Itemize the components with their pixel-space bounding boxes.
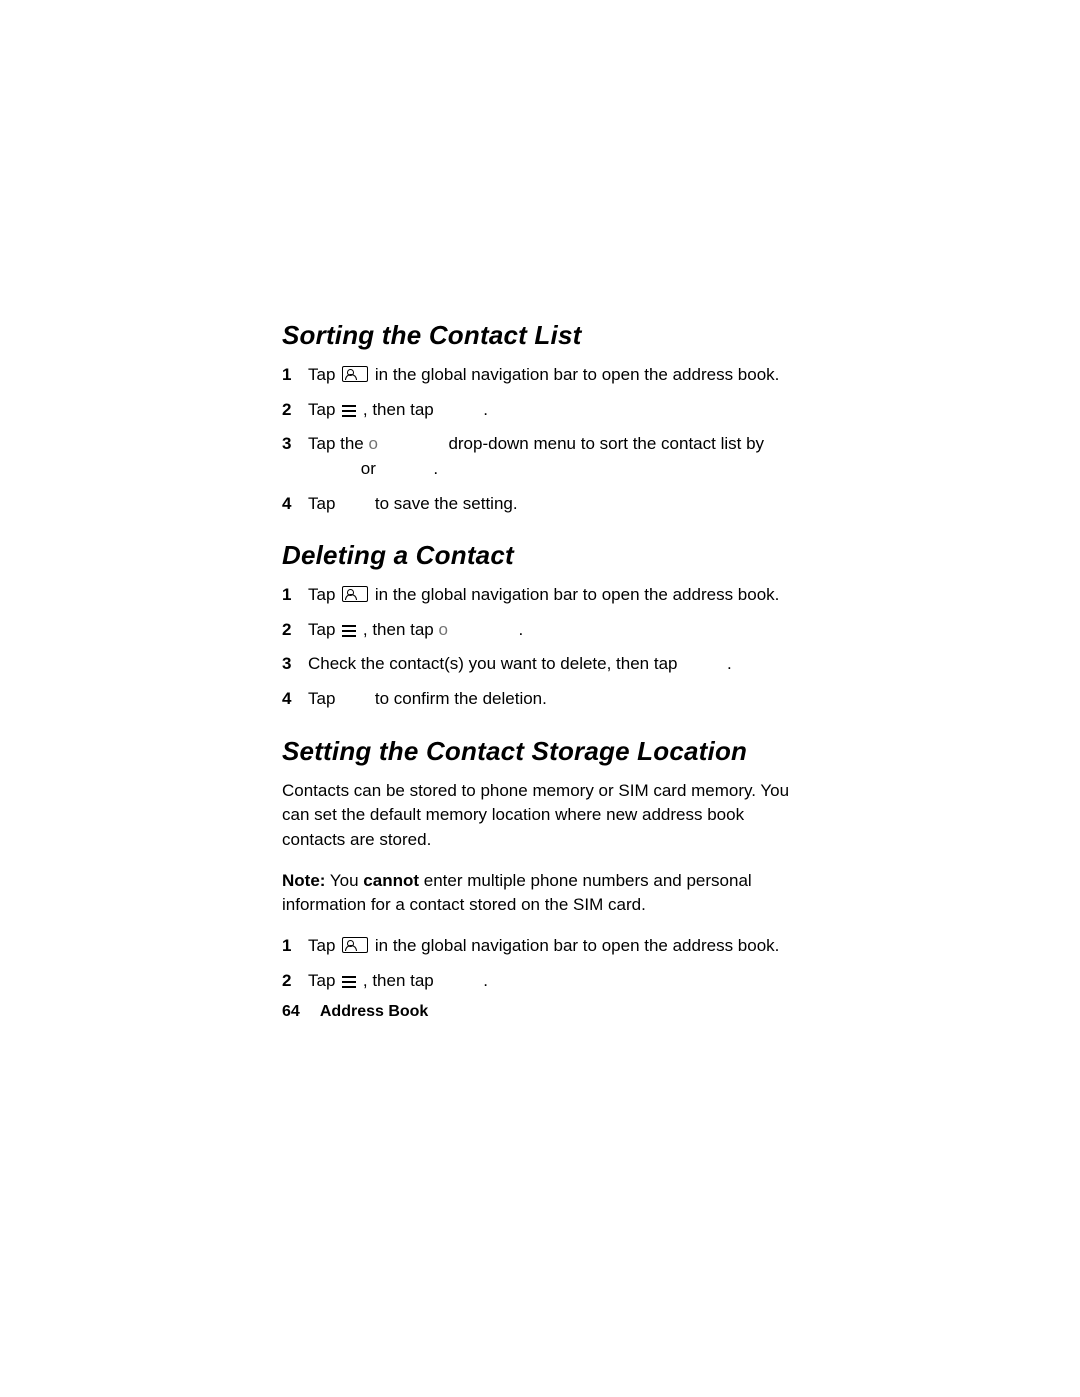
note-label: Note: <box>282 871 325 890</box>
address-book-icon <box>342 366 368 382</box>
faded-text: o <box>439 620 449 639</box>
text: . <box>727 654 732 673</box>
steps-deleting: 1 Tap in the global navigation bar to op… <box>282 583 812 712</box>
text: You <box>325 871 363 890</box>
text: drop-down menu to sort the contact list … <box>448 434 764 453</box>
text: , then tap <box>363 400 439 419</box>
step-number: 3 <box>282 652 308 677</box>
heading-deleting: Deleting a Contact <box>282 540 812 571</box>
step-text: Tap , then tap o . <box>308 618 812 643</box>
step-text: Tap the o drop-down menu to sort the con… <box>308 432 812 481</box>
step: 4 Tap to save the setting. <box>282 492 812 517</box>
step-number: 4 <box>282 687 308 712</box>
step-number: 2 <box>282 618 308 643</box>
text: Tap <box>308 936 340 955</box>
step-text: Tap to confirm the deletion. <box>308 687 812 712</box>
text: in the global navigation bar to open the… <box>375 365 780 384</box>
steps-sorting: 1 Tap in the global navigation bar to op… <box>282 363 812 516</box>
step-text: Tap to save the setting. <box>308 492 812 517</box>
page-number: 64 <box>282 1003 316 1021</box>
note-paragraph: Note: You cannot enter multiple phone nu… <box>282 869 812 918</box>
note-emphasis: cannot <box>363 871 419 890</box>
paragraph: Contacts can be stored to phone memory o… <box>282 779 812 853</box>
step-text: Tap in the global navigation bar to open… <box>308 583 812 608</box>
step-text: Tap in the global navigation bar to open… <box>308 934 812 959</box>
text: Tap <box>308 971 340 990</box>
address-book-icon <box>342 586 368 602</box>
step: 1 Tap in the global navigation bar to op… <box>282 363 812 388</box>
page-footer: 64 Address Book <box>282 1003 812 1021</box>
heading-sorting: Sorting the Contact List <box>282 320 812 351</box>
heading-storage: Setting the Contact Storage Location <box>282 736 812 767</box>
step-text: Check the contact(s) you want to delete,… <box>308 652 812 677</box>
step-number: 3 <box>282 432 308 457</box>
text: in the global navigation bar to open the… <box>375 936 780 955</box>
page-content: Sorting the Contact List 1 Tap in the gl… <box>282 320 812 1021</box>
manual-page: Sorting the Contact List 1 Tap in the gl… <box>0 0 1080 1397</box>
step: 3 Check the contact(s) you want to delet… <box>282 652 812 677</box>
step: 2 Tap , then tap . <box>282 969 812 994</box>
step: 2 Tap , then tap . <box>282 398 812 423</box>
step-number: 4 <box>282 492 308 517</box>
text: Tap the <box>308 434 369 453</box>
step: 2 Tap , then tap o . <box>282 618 812 643</box>
menu-icon <box>342 405 356 417</box>
text: Tap <box>308 494 340 513</box>
step-number: 1 <box>282 934 308 959</box>
text: . <box>433 459 438 478</box>
text: in the global navigation bar to open the… <box>375 585 780 604</box>
steps-storage: 1 Tap in the global navigation bar to op… <box>282 934 812 993</box>
text: to confirm the deletion. <box>375 689 547 708</box>
text: Tap <box>308 585 340 604</box>
text: . <box>518 620 523 639</box>
text: Tap <box>308 365 340 384</box>
text: Tap <box>308 400 340 419</box>
text: or <box>361 459 381 478</box>
address-book-icon <box>342 937 368 953</box>
step-number: 2 <box>282 969 308 994</box>
step: 1 Tap in the global navigation bar to op… <box>282 934 812 959</box>
text: , then tap <box>363 620 439 639</box>
step: 1 Tap in the global navigation bar to op… <box>282 583 812 608</box>
menu-icon <box>342 976 356 988</box>
menu-icon <box>342 625 356 637</box>
step: 3 Tap the o drop-down menu to sort the c… <box>282 432 812 481</box>
footer-title: Address Book <box>320 1003 428 1020</box>
text: . <box>483 971 488 990</box>
step-text: Tap , then tap . <box>308 969 812 994</box>
text: Tap <box>308 620 340 639</box>
text: Tap <box>308 689 340 708</box>
step-text: Tap in the global navigation bar to open… <box>308 363 812 388</box>
step-number: 1 <box>282 583 308 608</box>
text: . <box>483 400 488 419</box>
faded-text: o <box>369 434 379 453</box>
text: , then tap <box>363 971 439 990</box>
step-number: 2 <box>282 398 308 423</box>
step-number: 1 <box>282 363 308 388</box>
text: to save the setting. <box>375 494 518 513</box>
text: Check the contact(s) you want to delete,… <box>308 654 682 673</box>
step: 4 Tap to confirm the deletion. <box>282 687 812 712</box>
step-text: Tap , then tap . <box>308 398 812 423</box>
